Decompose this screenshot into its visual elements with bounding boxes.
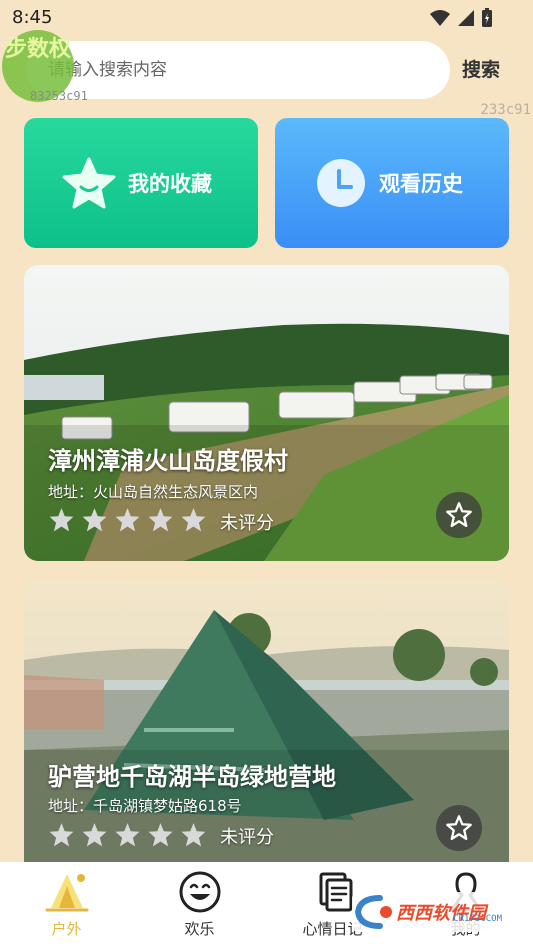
favorite-button[interactable] [436, 805, 482, 851]
watermark-brand-sub: CR173.COM [453, 914, 502, 924]
smile-icon [179, 871, 221, 913]
watch-history-button[interactable]: 观看历史 [275, 118, 509, 248]
notes-icon [319, 872, 353, 912]
search-button[interactable]: 搜索 [462, 55, 500, 82]
rating-star-icon [115, 823, 140, 847]
campsite-card[interactable]: 漳州漳浦火山岛度假村 地址：火山岛自然生态风景区内 未评分 [24, 265, 509, 561]
star-icon [62, 157, 116, 209]
my-favorites-button[interactable]: 我的收藏 [24, 118, 258, 248]
site-watermark: 西西软件园 CR173.COM [352, 892, 518, 932]
campsite-card[interactable]: 驴营地千岛湖半岛绿地营地 地址：千岛湖镇梦姑路618号 未评分 [24, 580, 509, 880]
rating-star-icon [82, 508, 107, 532]
signal-icon [458, 10, 474, 26]
wifi-icon [430, 10, 450, 26]
star-rating [48, 822, 207, 848]
rating-text: 未评分 [220, 513, 274, 534]
rating-star-icon [49, 823, 74, 847]
campsite-address: 地址：千岛湖镇梦姑路618号 [48, 797, 242, 815]
search-input[interactable] [48, 41, 428, 99]
rating-text: 未评分 [220, 827, 274, 848]
star-outline-icon [446, 815, 472, 841]
rating-star-icon [148, 508, 173, 532]
campsite-title: 漳州漳浦火山岛度假村 [48, 447, 288, 475]
tab-fun[interactable]: 欢乐 [133, 862, 266, 948]
my-favorites-label: 我的收藏 [128, 172, 212, 196]
status-icons [429, 8, 493, 28]
tent-icon [45, 874, 89, 912]
rating-star-icon [49, 508, 74, 532]
status-time: 8:45 [12, 7, 53, 28]
watermark-code-left: 83253c91 [30, 89, 88, 103]
favorite-button[interactable] [436, 492, 482, 538]
rating-star-icon [181, 508, 206, 532]
rating-star-icon [181, 823, 206, 847]
watch-history-label: 观看历史 [379, 172, 463, 196]
clock-icon [317, 159, 365, 207]
rating-star-icon [148, 823, 173, 847]
rating-star-icon [115, 508, 140, 532]
search-box [26, 41, 450, 99]
watermark-code-right: 233c91 [480, 102, 531, 118]
battery-icon [482, 8, 492, 27]
campsite-title: 驴营地千岛湖半岛绿地营地 [48, 763, 336, 791]
tab-outdoor-label: 户外 [51, 920, 82, 938]
campsite-address: 地址：火山岛自然生态风景区内 [48, 483, 259, 501]
watermark-logo-icon [354, 895, 392, 929]
star-outline-icon [446, 502, 472, 528]
tab-outdoor[interactable]: 户外 [0, 862, 133, 948]
rating-star-icon [82, 823, 107, 847]
tab-fun-label: 欢乐 [184, 920, 215, 938]
status-bar: 8:45 [0, 0, 533, 36]
star-rating [48, 507, 207, 533]
